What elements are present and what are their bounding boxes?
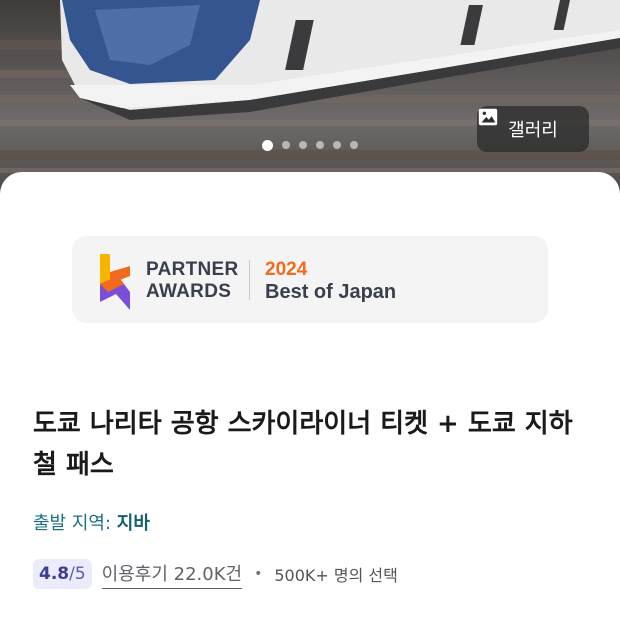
carousel-indicator[interactable] xyxy=(0,139,620,151)
award-subtitle: Best of Japan xyxy=(265,281,397,303)
departure-location: 출발 지역: 지바 xyxy=(33,509,150,535)
train-photo xyxy=(0,0,620,173)
carousel-dot-4[interactable] xyxy=(316,141,324,149)
rating-row: 4.8/5 이용후기 22.0K건 • 500K+ 명의 선택 xyxy=(33,557,398,591)
booked-count: 500K+ 명의 선택 xyxy=(274,566,398,585)
partner-award-banner: PARTNER AWARDS 2024 Best of Japan xyxy=(72,236,548,323)
bullet-separator: • xyxy=(254,566,263,582)
carousel-dot-6[interactable] xyxy=(350,141,358,149)
award-title: PARTNER AWARDS xyxy=(146,259,239,302)
carousel-dot-3[interactable] xyxy=(299,141,307,149)
rating-badge: 4.8/5 xyxy=(33,559,92,589)
klook-logo-icon xyxy=(100,254,130,310)
gallery-label: 갤러리 xyxy=(508,120,558,141)
reviews-link[interactable]: 이용후기 22.0K건 xyxy=(101,560,243,589)
rating-value: 4.8 xyxy=(39,564,70,584)
product-card: PARTNER AWARDS 2024 Best of Japan 도쿄 나리타… xyxy=(0,172,620,632)
carousel-dot-5[interactable] xyxy=(333,141,341,149)
hero-image[interactable]: 갤러리 xyxy=(0,0,620,200)
product-title: 도쿄 나리타 공항 스카이라이너 티켓 + 도쿄 지하철 패스 xyxy=(33,409,573,480)
carousel-dot-1[interactable] xyxy=(262,139,273,151)
award-divider xyxy=(249,260,250,300)
carousel-dot-2[interactable] xyxy=(282,141,290,149)
image-icon xyxy=(478,108,498,126)
departure-label: 출발 지역: xyxy=(33,513,112,534)
rating-max: /5 xyxy=(69,564,86,584)
award-year: 2024 xyxy=(265,259,308,280)
departure-city[interactable]: 지바 xyxy=(117,513,150,534)
